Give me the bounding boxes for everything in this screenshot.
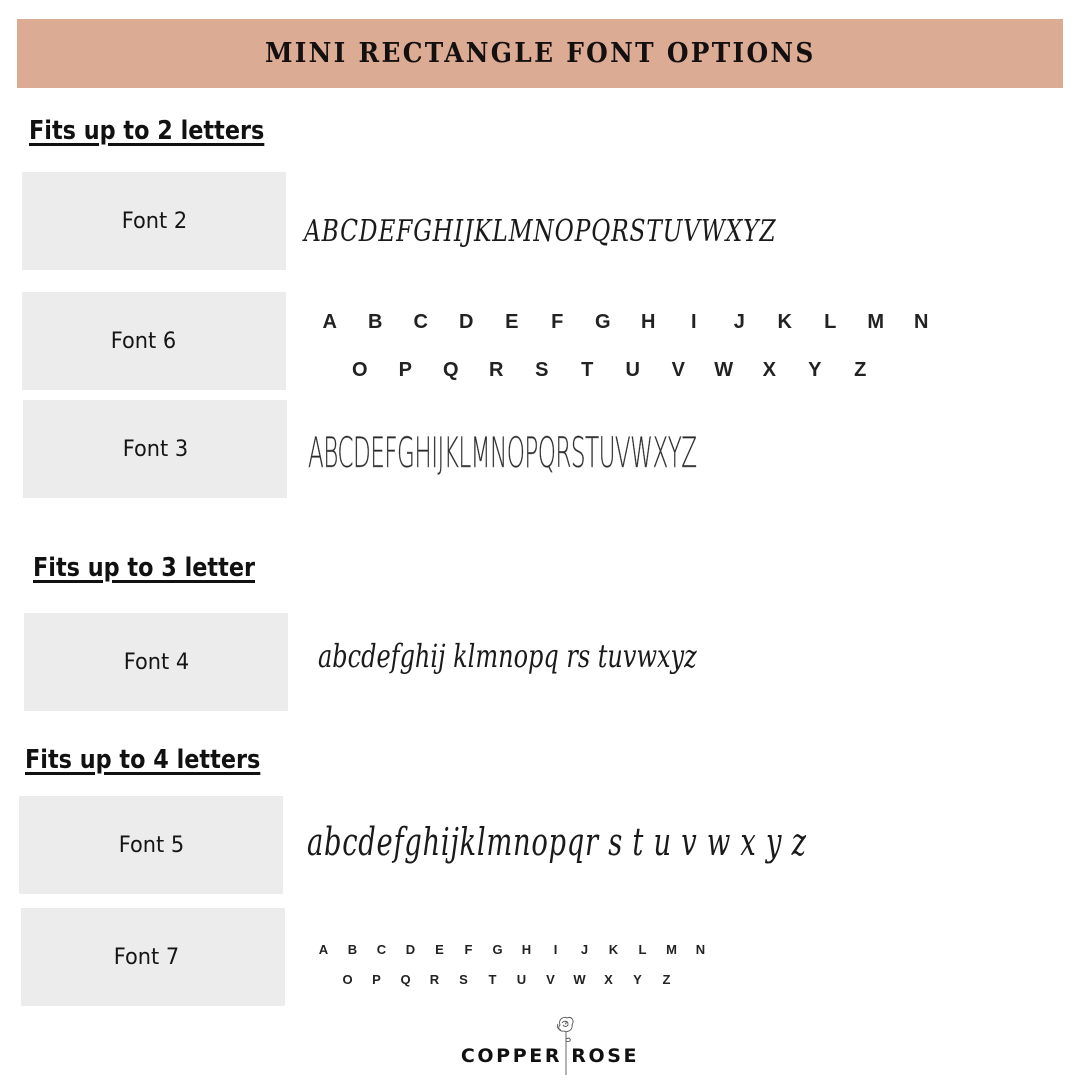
sample-letter: T — [581, 359, 594, 381]
font-sample-tall-caps: ABCDEFGHIJKLMNOPQRSTUVWXYZ — [308, 428, 697, 477]
sample-letter: Y — [633, 972, 642, 987]
font-sample-row: O P Q R S T U V W X Y Z — [333, 972, 681, 987]
brand-name: COPPER ROSE — [460, 1045, 640, 1067]
sample-letter: A — [318, 942, 329, 957]
sample-letter: G — [594, 311, 611, 333]
font-sample-row: A B C D E F G H I J K L M N — [309, 942, 715, 957]
font-label-box: Font 2 — [22, 172, 286, 270]
font-label-box: Font 3 — [23, 400, 287, 498]
sample-letter: C — [376, 942, 387, 957]
font-label: Font 5 — [118, 832, 184, 858]
sample-letter: J — [580, 942, 589, 957]
font-sample-script-caps: ABCDEFGHIJKLMNOPQRSTUVWXYZ — [304, 214, 777, 249]
section-heading-2-letters: Fits up to 2 letters — [29, 116, 265, 146]
sample-letter: G — [492, 942, 503, 957]
sample-letter: F — [551, 311, 564, 333]
sample-letter: R — [489, 359, 504, 381]
sample-letter: F — [464, 942, 473, 957]
sample-letter: D — [459, 311, 474, 333]
sample-letter: H — [641, 311, 656, 333]
section-heading-3-letters: Fits up to 3 letter — [33, 553, 256, 583]
page-title: MINI RECTANGLE FONT OPTIONS — [264, 38, 816, 69]
sample-letter: E — [435, 942, 444, 957]
sample-letter: V — [546, 972, 555, 987]
sample-letter: U — [516, 972, 527, 987]
sample-letter: Y — [808, 359, 822, 381]
sample-letter: M — [867, 311, 885, 333]
font-sample-row: A B C D E F G H I J K L M N — [307, 311, 944, 334]
sample-letter: S — [535, 359, 549, 381]
sample-letter: P — [398, 359, 412, 381]
sample-letter: S — [459, 972, 468, 987]
sample-letter: K — [608, 942, 619, 957]
header-banner: MINI RECTANGLE FONT OPTIONS — [17, 19, 1063, 88]
sample-letter: K — [777, 311, 792, 333]
font-label-box: Font 7 — [21, 908, 285, 1006]
font-label: Font 3 — [122, 436, 188, 462]
sample-letter: O — [351, 359, 368, 381]
sample-letter: B — [368, 311, 383, 333]
font-label: Font 2 — [121, 208, 187, 234]
sample-letter: W — [714, 359, 734, 381]
sample-letter: Z — [662, 972, 671, 987]
sample-letter: U — [625, 359, 640, 381]
font-label: Font 4 — [123, 649, 189, 675]
sample-letter: X — [762, 359, 776, 381]
sample-letter: N — [695, 942, 706, 957]
sample-letter: M — [666, 942, 677, 957]
sample-letter: T — [488, 972, 497, 987]
sample-letter: Q — [442, 359, 459, 381]
font-sample-row: O P Q R S T U V W X Y Z — [337, 359, 883, 382]
sample-letter: Q — [400, 972, 411, 987]
sample-letter: C — [413, 311, 428, 333]
sample-letter: X — [604, 972, 613, 987]
sample-letter: I — [690, 311, 697, 333]
sample-letter: W — [573, 972, 586, 987]
sample-letter: Z — [854, 359, 867, 381]
sample-letter: R — [429, 972, 440, 987]
font-label-box: Font 4 — [24, 613, 288, 711]
sample-letter: P — [372, 972, 381, 987]
font-label: Font 7 — [113, 944, 179, 970]
sample-letter: V — [671, 359, 685, 381]
sample-letter: H — [521, 942, 532, 957]
sample-letter: B — [347, 942, 358, 957]
font-sample-brush-script: abcdefghijklmnopqr s t u v w x y z — [307, 820, 807, 864]
font-label-box: Font 6 — [22, 292, 286, 390]
sample-letter: O — [342, 972, 353, 987]
section-heading-4-letters: Fits up to 4 letters — [25, 745, 261, 775]
sample-letter: L — [638, 942, 647, 957]
sample-letter: A — [322, 311, 337, 333]
sample-letter: J — [733, 311, 745, 333]
sample-letter: I — [553, 942, 558, 957]
font-sample-script-lower: abcdefghij klmnopq rs tuvwxyz — [318, 637, 697, 675]
brand-logo: COPPER ROSE — [440, 1015, 660, 1077]
font-label: Font 6 — [110, 328, 176, 354]
sample-letter: E — [505, 311, 519, 333]
sample-letter: L — [824, 311, 837, 333]
font-label-box: Font 5 — [19, 796, 283, 894]
sample-letter: N — [914, 311, 929, 333]
sample-letter: D — [405, 942, 416, 957]
